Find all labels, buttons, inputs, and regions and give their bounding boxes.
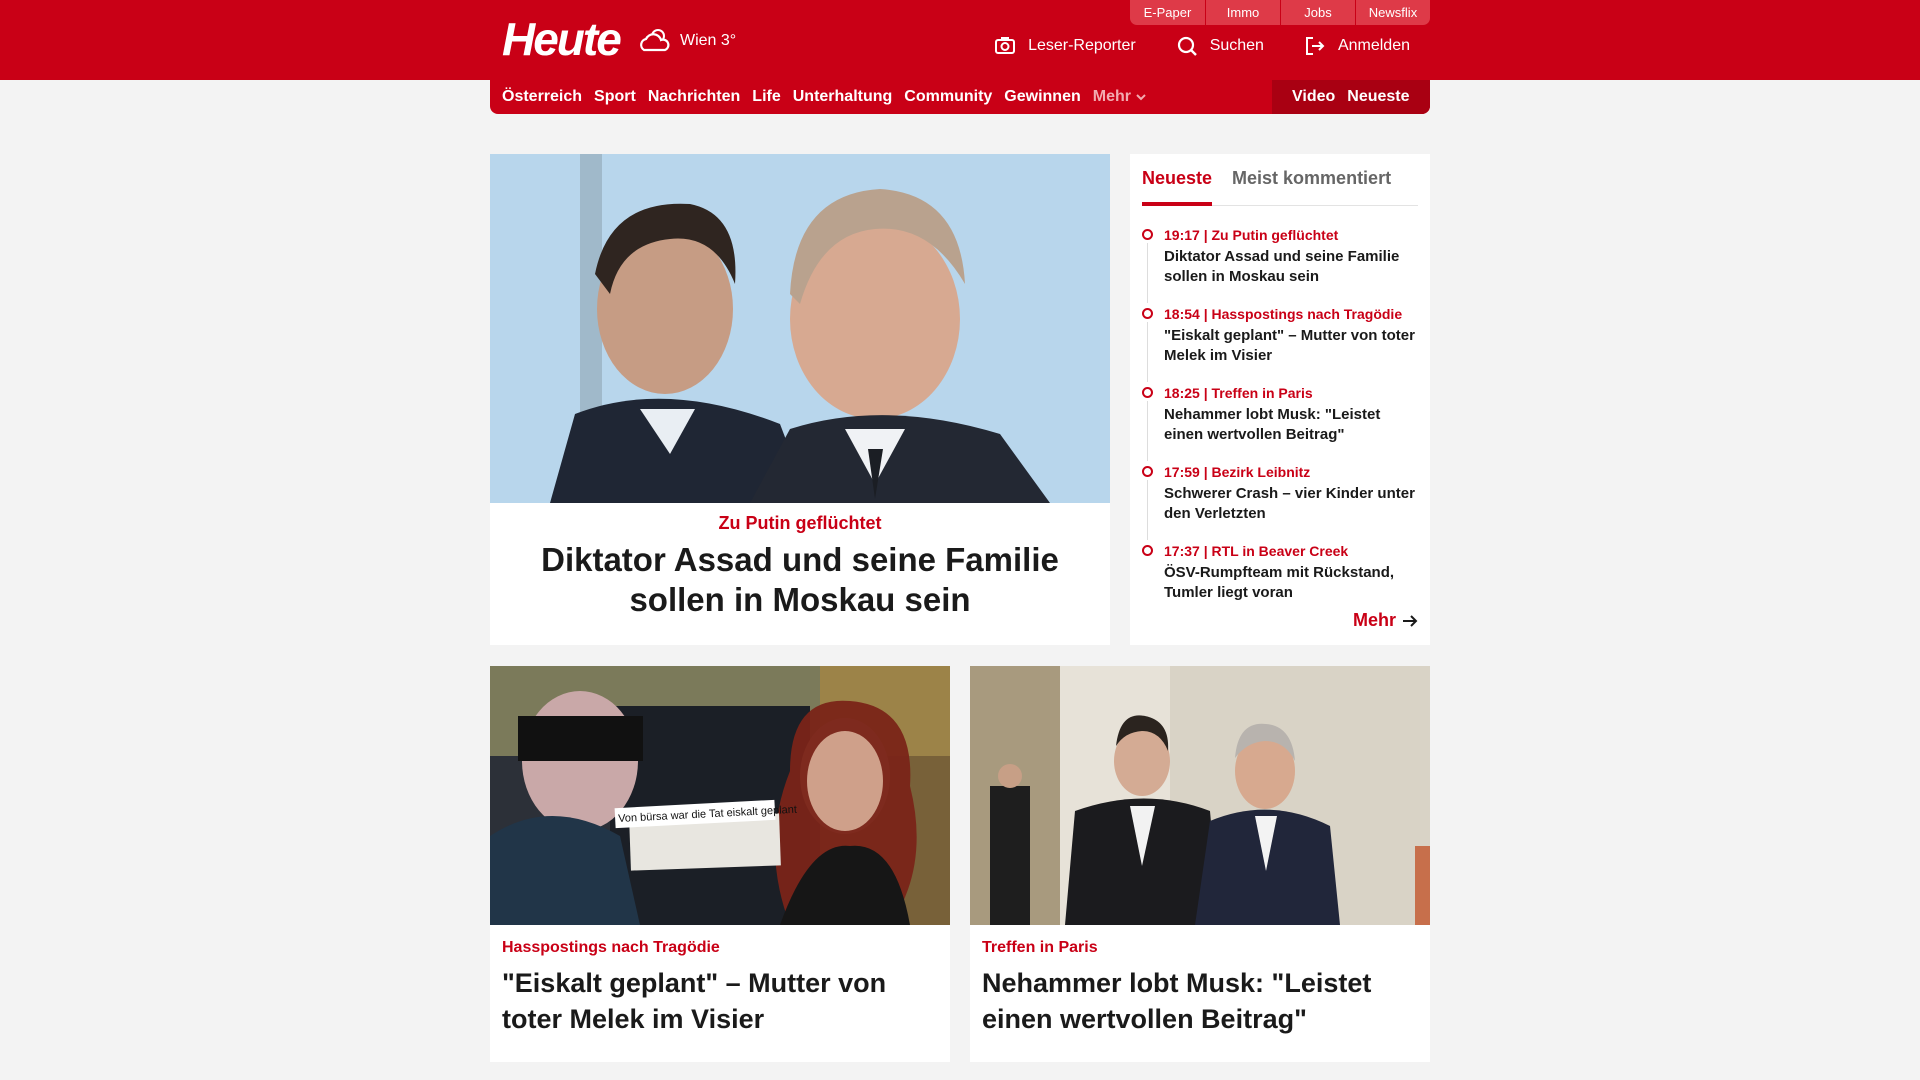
nav-item-life[interactable]: Life xyxy=(752,88,780,106)
login-button[interactable]: Anmelden xyxy=(1304,35,1410,57)
nav-right-group: Video Neueste xyxy=(1272,80,1430,114)
ticker-title[interactable]: Nehammer lobt Musk: "Leistet einen wertv… xyxy=(1164,405,1418,445)
timeline-line xyxy=(1147,322,1148,382)
timeline-line xyxy=(1147,401,1148,461)
hero-headline[interactable]: Diktator Assad und seine Familie sollen … xyxy=(490,540,1110,620)
tab-meist-kommentiert[interactable]: Meist kommentiert xyxy=(1232,162,1391,205)
nav-item-community[interactable]: Community xyxy=(904,88,992,106)
quicklinks: E-Paper Immo Jobs Newsflix xyxy=(1130,0,1430,25)
weather-widget[interactable]: Wien 3° xyxy=(638,26,736,56)
search-button[interactable]: Suchen xyxy=(1176,35,1264,57)
nav-more-label: Mehr xyxy=(1092,88,1131,105)
timeline-dot-icon xyxy=(1142,545,1153,556)
ticker-list: 19:17 | Zu Putin geflüchtet Diktator Ass… xyxy=(1142,226,1418,621)
ticker-more-link[interactable]: Mehr xyxy=(1353,610,1418,631)
tab-neueste[interactable]: Neueste xyxy=(1142,162,1213,206)
nav-video[interactable]: Video xyxy=(1292,88,1335,106)
quicklink-jobs[interactable]: Jobs xyxy=(1280,0,1355,25)
hero-image[interactable] xyxy=(490,154,1110,503)
article-photo-illustration xyxy=(970,666,1430,925)
login-label: Anmelden xyxy=(1337,37,1410,54)
heute-logo[interactable]: Heute xyxy=(502,12,622,66)
hero-photo-illustration xyxy=(490,154,1110,503)
ticker-title[interactable]: Diktator Assad und seine Familie sollen … xyxy=(1164,247,1418,287)
ticker-item[interactable]: 18:25 | Treffen in Paris Nehammer lobt M… xyxy=(1142,384,1418,463)
chevron-down-icon xyxy=(1136,94,1146,101)
hero-kicker[interactable]: Zu Putin geflüchtet xyxy=(490,513,1110,534)
search-label: Suchen xyxy=(1209,37,1264,54)
header-actions: Leser-Reporter Suchen Anmelden xyxy=(994,35,1410,57)
article-kicker[interactable]: Hasspostings nach Tragödie xyxy=(502,939,938,957)
arrow-right-icon xyxy=(1403,614,1418,627)
nav-item-sport[interactable]: Sport xyxy=(594,88,636,106)
weather-label: Wien 3° xyxy=(680,32,737,49)
article-kicker[interactable]: Treffen in Paris xyxy=(982,939,1418,957)
ticker-meta: 18:25 | Treffen in Paris xyxy=(1164,385,1313,401)
main-navigation: Österreich Sport Nachrichten Life Unterh… xyxy=(490,80,1430,114)
article-photo-illustration: Von bürsa war die Tat eiskalt geplant xyxy=(490,666,950,925)
timeline-dot-icon xyxy=(1142,466,1153,477)
hero-article[interactable]: Zu Putin geflüchtet Diktator Assad und s… xyxy=(490,154,1110,645)
news-ticker-panel: Neueste Meist kommentiert 19:17 | Zu Put… xyxy=(1130,154,1430,645)
article-image[interactable] xyxy=(970,666,1430,925)
article-headline[interactable]: Nehammer lobt Musk: "Leistet einen wertv… xyxy=(982,965,1418,1037)
camera-icon xyxy=(995,37,1016,54)
quicklink-newsflix[interactable]: Newsflix xyxy=(1355,0,1430,25)
ticker-item[interactable]: 19:17 | Zu Putin geflüchtet Diktator Ass… xyxy=(1142,226,1418,305)
timeline-dot-icon xyxy=(1142,387,1153,398)
ticker-item[interactable]: 17:59 | Bezirk Leibnitz Schwerer Crash –… xyxy=(1142,463,1418,542)
timeline-line xyxy=(1147,480,1148,540)
leser-reporter-button[interactable]: Leser-Reporter xyxy=(994,35,1136,57)
search-icon xyxy=(1177,36,1197,56)
ticker-meta: 19:17 | Zu Putin geflüchtet xyxy=(1164,227,1339,243)
article-card[interactable]: Von bürsa war die Tat eiskalt geplant Ha… xyxy=(490,666,950,1062)
quicklink-immo[interactable]: Immo xyxy=(1205,0,1280,25)
nav-item-oesterreich[interactable]: Österreich xyxy=(502,88,582,106)
ticker-tabs: Neueste Meist kommentiert xyxy=(1142,162,1418,206)
article-headline[interactable]: "Eiskalt geplant" – Mutter von toter Mel… xyxy=(502,965,938,1037)
timeline-dot-icon xyxy=(1142,229,1153,240)
ticker-meta: 18:54 | Hasspostings nach Tragödie xyxy=(1164,306,1403,322)
leser-reporter-label: Leser-Reporter xyxy=(1028,37,1136,54)
ticker-title[interactable]: "Eiskalt geplant" – Mutter von toter Mel… xyxy=(1164,326,1418,366)
ticker-meta: 17:59 | Bezirk Leibnitz xyxy=(1164,464,1311,480)
article-image[interactable]: Von bürsa war die Tat eiskalt geplant xyxy=(490,666,950,925)
timeline-line xyxy=(1147,243,1148,303)
quicklink-epaper[interactable]: E-Paper xyxy=(1130,0,1205,25)
header-bar: Heute Wien 3° E-Paper Immo Jobs Newsflix… xyxy=(0,0,1920,80)
ticker-title[interactable]: ÖSV-Rumpfteam mit Rückstand, Tumler lieg… xyxy=(1164,563,1418,603)
ticker-meta: 17:37 | RTL in Beaver Creek xyxy=(1164,543,1349,559)
nav-item-gewinnen[interactable]: Gewinnen xyxy=(1004,88,1080,106)
article-card[interactable]: Treffen in Paris Nehammer lobt Musk: "Le… xyxy=(970,666,1430,1062)
cloud-icon xyxy=(640,29,670,52)
login-icon xyxy=(1305,37,1325,55)
nav-neueste[interactable]: Neueste xyxy=(1347,88,1409,106)
ticker-more-label: Mehr xyxy=(1352,610,1396,630)
ticker-title[interactable]: Schwerer Crash – vier Kinder unter den V… xyxy=(1164,484,1418,524)
nav-item-nachrichten[interactable]: Nachrichten xyxy=(648,88,740,106)
nav-item-unterhaltung[interactable]: Unterhaltung xyxy=(793,88,893,106)
timeline-dot-icon xyxy=(1142,308,1153,319)
nav-more-dropdown[interactable]: Mehr xyxy=(1093,88,1146,106)
ticker-item[interactable]: 18:54 | Hasspostings nach Tragödie "Eisk… xyxy=(1142,305,1418,384)
